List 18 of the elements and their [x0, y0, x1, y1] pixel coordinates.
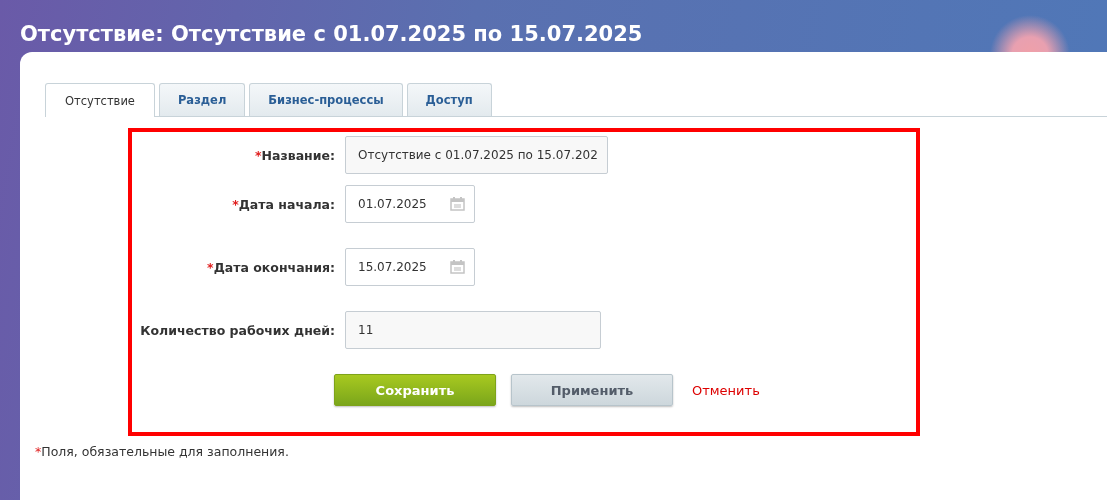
input-field[interactable]: Отсутствие с 01.07.2025 по 15.07.202 [345, 136, 608, 174]
date-field[interactable]: 15.07.2025 [345, 248, 475, 286]
cancel-link[interactable]: Отменить [692, 382, 760, 398]
required-note: *Поля, обязательные для заполнения. [35, 444, 290, 459]
tab[interactable]: Раздел [158, 83, 246, 116]
field-label: *Дата окончания: [206, 259, 335, 275]
calendar-icon[interactable] [450, 197, 465, 211]
tab[interactable]: Отсутствие [45, 83, 155, 117]
page-title: Отсутствие: Отсутствие с 01.07.2025 по 15.07.2025 [19, 21, 644, 48]
tab[interactable]: Доступ [406, 83, 492, 116]
field-label: *Название: [254, 147, 335, 163]
input-field[interactable]: 11 [345, 311, 601, 349]
apply-button[interactable]: Применить [511, 374, 673, 406]
calendar-icon[interactable] [450, 260, 465, 274]
date-field[interactable]: 01.07.2025 [345, 185, 475, 223]
field-label: *Дата начала: [231, 196, 335, 212]
field-label: Количество рабочих дней: [139, 322, 335, 338]
tab[interactable]: Бизнес-процессы [249, 83, 403, 116]
